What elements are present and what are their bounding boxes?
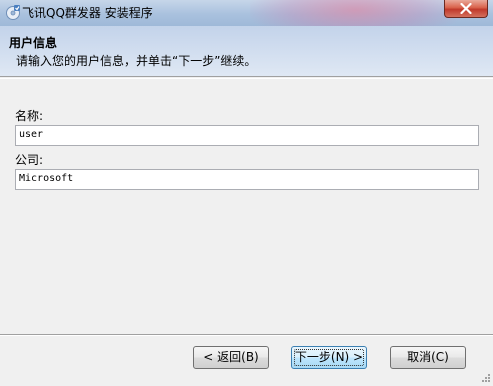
page-description: 请输入您的用户信息，并单击“下一步”继续。: [16, 54, 257, 68]
header-divider: [0, 78, 493, 79]
back-button[interactable]: < 返回(B): [193, 346, 269, 369]
close-button[interactable]: [444, 0, 488, 18]
name-label: 名称:: [15, 109, 44, 123]
back-button-label: < 返回(B): [203, 350, 259, 364]
header-panel: 用户信息 请输入您的用户信息，并单击“下一步”继续。: [0, 26, 493, 77]
installer-client-area: 用户信息 请输入您的用户信息，并单击“下一步”继续。 名称: user 公司: …: [0, 26, 493, 384]
title-bar[interactable]: 飞讯QQ群发器 安装程序: [0, 0, 493, 26]
resize-grip-icon[interactable]: [481, 372, 491, 382]
company-field[interactable]: Microsoft: [15, 169, 479, 190]
next-button[interactable]: 下一步(N) >: [291, 346, 367, 369]
cancel-button-label: 取消(C): [407, 350, 449, 364]
name-field[interactable]: user: [15, 125, 479, 146]
focus-ring: [294, 349, 364, 366]
company-label: 公司:: [15, 153, 44, 167]
page-title: 用户信息: [9, 36, 58, 50]
installer-cd-icon: [5, 4, 21, 20]
cancel-button[interactable]: 取消(C): [390, 346, 466, 369]
close-icon: [460, 3, 472, 14]
title-bar-glow: [250, 0, 460, 26]
footer-divider-highlight: [0, 335, 493, 336]
window-title: 飞讯QQ群发器 安装程序: [22, 6, 153, 20]
